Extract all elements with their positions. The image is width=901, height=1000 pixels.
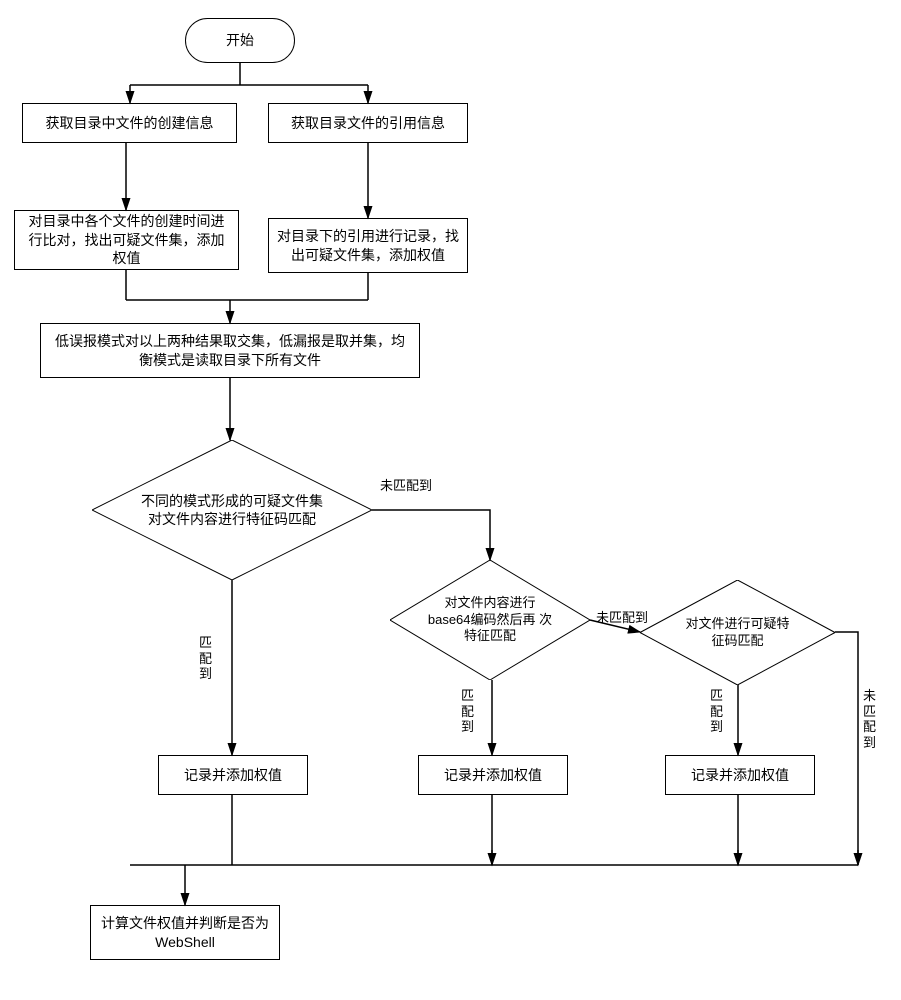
d3-nomatch-label: 未 匹 配 到 — [863, 688, 876, 750]
record-weight-1: 记录并添加权值 — [158, 755, 308, 795]
compare-create-label: 对目录中各个文件的创建时间进行比对，找出可疑文件集，添加权值 — [23, 212, 230, 269]
d2-match-label: 匹 配 到 — [461, 688, 474, 735]
decision-suspicious-match: 对文件进行可疑特 征码匹配 — [640, 580, 835, 685]
start-node: 开始 — [185, 18, 295, 63]
get-ref-info-label: 获取目录文件的引用信息 — [291, 114, 445, 133]
d2-nomatch-label: 未匹配到 — [596, 610, 648, 626]
get-ref-info-node: 获取目录文件的引用信息 — [268, 103, 468, 143]
decision1-label: 不同的模式形成的可疑文件集 对文件内容进行特征码匹配 — [132, 492, 332, 528]
d1-nomatch-label: 未匹配到 — [380, 478, 432, 494]
decision2-label: 对文件内容进行 base64编码然后再 次特征匹配 — [420, 595, 560, 646]
compare-create-node: 对目录中各个文件的创建时间进行比对，找出可疑文件集，添加权值 — [14, 210, 239, 270]
start-label: 开始 — [226, 31, 254, 50]
record-weight-2: 记录并添加权值 — [418, 755, 568, 795]
d3-match-label: 匹 配 到 — [710, 688, 723, 735]
decision-signature-match: 不同的模式形成的可疑文件集 对文件内容进行特征码匹配 — [92, 440, 372, 580]
d1-match-label: 匹 配 到 — [199, 635, 212, 682]
compare-ref-node: 对目录下的引用进行记录，找出可疑文件集，添加权值 — [268, 218, 468, 273]
modes-label: 低误报模式对以上两种结果取交集，低漏报是取并集，均衡模式是读取目录下所有文件 — [49, 332, 411, 370]
calc-weight-webshell: 计算文件权值并判断是否为WebShell — [90, 905, 280, 960]
get-create-info-label: 获取目录中文件的创建信息 — [46, 114, 214, 133]
record1-label: 记录并添加权值 — [184, 766, 282, 785]
final-label: 计算文件权值并判断是否为WebShell — [99, 914, 271, 952]
decision-base64-match: 对文件内容进行 base64编码然后再 次特征匹配 — [390, 560, 590, 680]
record2-label: 记录并添加权值 — [444, 766, 542, 785]
get-create-info-node: 获取目录中文件的创建信息 — [22, 103, 237, 143]
record-weight-3: 记录并添加权值 — [665, 755, 815, 795]
modes-node: 低误报模式对以上两种结果取交集，低漏报是取并集，均衡模式是读取目录下所有文件 — [40, 323, 420, 378]
record3-label: 记录并添加权值 — [691, 766, 789, 785]
compare-ref-label: 对目录下的引用进行记录，找出可疑文件集，添加权值 — [277, 227, 459, 265]
decision3-label: 对文件进行可疑特 征码匹配 — [673, 616, 803, 650]
